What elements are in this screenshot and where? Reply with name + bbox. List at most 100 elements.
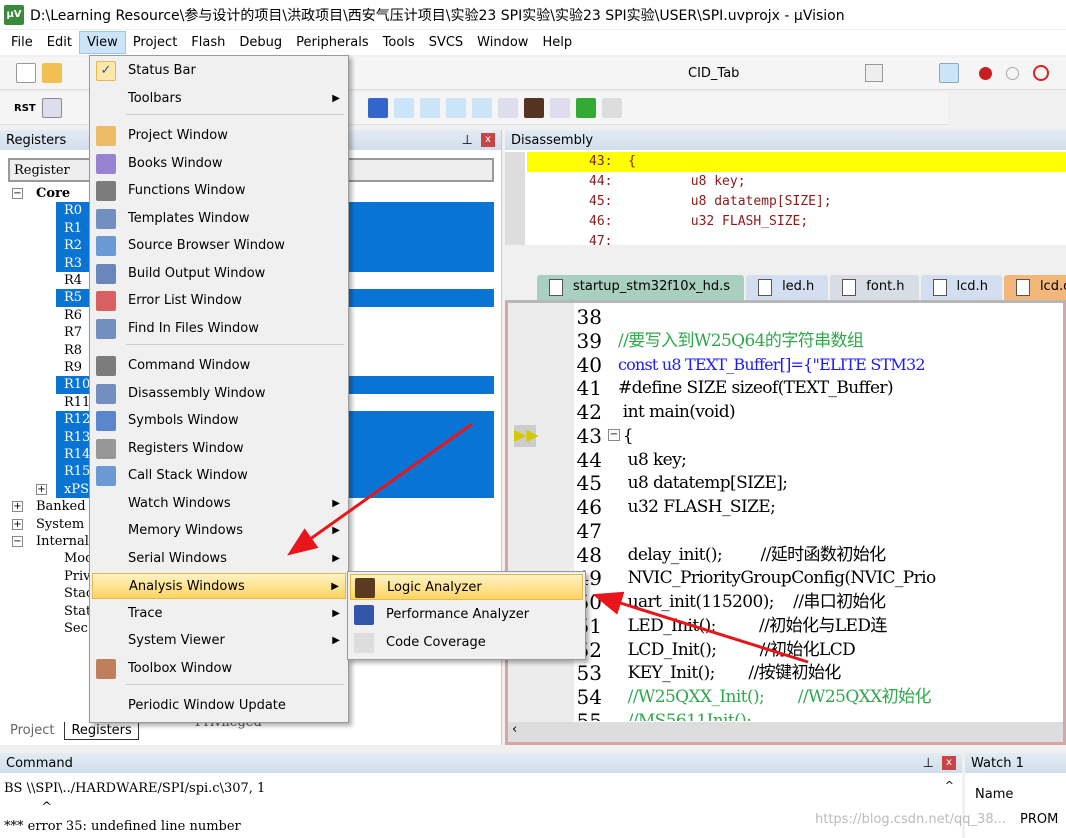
menu-item-code-coverage[interactable]: Code Coverage bbox=[350, 630, 583, 656]
menu-item-source-browser-window[interactable]: Source Browser Window bbox=[92, 233, 346, 259]
code-line[interactable]: //MS5611Init(); bbox=[618, 709, 752, 721]
menu-tools[interactable]: Tools bbox=[376, 32, 422, 53]
menu-item-call-stack-window[interactable]: Call Stack Window bbox=[92, 463, 346, 489]
kill-breakpoints-icon[interactable] bbox=[1033, 65, 1050, 81]
breakpoint-icon[interactable] bbox=[979, 66, 993, 80]
code-line[interactable]: u8 key; bbox=[618, 448, 687, 472]
register-row[interactable]: R2 bbox=[64, 237, 83, 255]
register-row[interactable]: R8 bbox=[64, 342, 82, 359]
menu-debug[interactable]: Debug bbox=[232, 32, 289, 53]
menu-edit[interactable]: Edit bbox=[40, 32, 79, 53]
menu-item-memory-windows[interactable]: Memory Windows ▶ bbox=[92, 518, 346, 544]
menu-file[interactable]: File bbox=[4, 32, 40, 53]
registers-window-icon[interactable] bbox=[393, 98, 414, 118]
call-stack-window-icon[interactable] bbox=[419, 98, 440, 118]
memory-window-icon[interactable] bbox=[471, 98, 492, 118]
menu-item-trace[interactable]: Trace ▶ bbox=[92, 601, 346, 627]
register-row[interactable]: R12 bbox=[64, 411, 91, 429]
open-folder-icon[interactable] bbox=[42, 63, 62, 83]
register-row[interactable]: R4 bbox=[64, 272, 82, 289]
collapse-icon[interactable]: − bbox=[12, 188, 23, 199]
menu-item-analysis-windows[interactable]: Analysis Windows ▶ bbox=[92, 573, 346, 599]
disassembly-line[interactable]: 47: bbox=[527, 232, 1066, 245]
serial-window-icon[interactable] bbox=[497, 98, 518, 118]
code-line[interactable]: u32 FLASH_SIZE; bbox=[618, 495, 776, 519]
register-row[interactable]: R3 bbox=[64, 254, 83, 272]
menu-item-symbols-window[interactable]: Symbols Window bbox=[92, 408, 346, 434]
menu-flash[interactable]: Flash bbox=[184, 32, 232, 53]
register-row[interactable]: Sec bbox=[64, 620, 88, 637]
disassembly-line[interactable]: 44: u8 key; bbox=[527, 172, 1066, 192]
code-line[interactable]: //W25QXX_Init(); //W25QXX初始化 bbox=[618, 685, 932, 709]
menu-view[interactable]: View bbox=[78, 31, 126, 54]
register-row[interactable]: R10 bbox=[64, 376, 91, 394]
register-row[interactable]: R15 bbox=[64, 463, 91, 481]
menu-item-status-bar[interactable]: ✓ Status Bar bbox=[92, 58, 346, 84]
tab-registers[interactable]: Registers bbox=[64, 722, 139, 740]
pin-icon[interactable]: ⊥ bbox=[923, 756, 934, 771]
code-line[interactable]: LED_Init(); //初始化与LED连 bbox=[618, 614, 888, 638]
menu-item-build-output-window[interactable]: Build Output Window bbox=[92, 261, 346, 287]
symbols-window-icon[interactable] bbox=[367, 98, 388, 118]
trace-window-icon[interactable] bbox=[549, 98, 570, 118]
pin-icon[interactable]: ⊥ bbox=[462, 133, 473, 148]
register-row[interactable]: Banked bbox=[36, 498, 86, 515]
menu-item-command-window[interactable]: Command Window bbox=[92, 353, 346, 379]
tab-file[interactable]: startup_stm32f10x_hd.s bbox=[537, 275, 745, 301]
code-line[interactable]: #define SIZE sizeof(TEXT_Buffer) bbox=[618, 376, 894, 400]
horizontal-scrollbar[interactable]: ‹ bbox=[508, 722, 1063, 742]
expand-icon[interactable]: + bbox=[12, 518, 23, 530]
menu-item-books-window[interactable]: Books Window bbox=[92, 151, 346, 177]
register-row[interactable]: R7 bbox=[64, 324, 82, 341]
register-row[interactable]: R11 bbox=[64, 394, 90, 411]
code-line[interactable]: NVIC_PriorityGroupConfig(NVIC_Prio bbox=[618, 566, 937, 590]
register-row[interactable]: R0 bbox=[64, 202, 83, 220]
code-line[interactable]: const u8 TEXT_Buffer[]={"ELITE STM32 bbox=[618, 353, 926, 377]
expand-icon[interactable]: + bbox=[12, 501, 23, 513]
scroll-left-icon[interactable]: ‹ bbox=[508, 722, 517, 737]
menu-item-periodic-window-update[interactable]: Periodic Window Update bbox=[92, 693, 346, 719]
register-row[interactable]: R6 bbox=[64, 307, 82, 324]
collapse-icon[interactable]: − bbox=[12, 536, 23, 547]
menu-item-registers-window[interactable]: Registers Window bbox=[92, 436, 346, 462]
register-row[interactable]: System bbox=[36, 516, 84, 533]
register-row[interactable]: R1 bbox=[64, 219, 83, 237]
analysis-window-icon[interactable] bbox=[523, 98, 544, 118]
tab-file[interactable]: led.h bbox=[746, 275, 829, 301]
close-icon[interactable]: x bbox=[942, 755, 956, 770]
register-row[interactable]: R13 bbox=[64, 428, 91, 446]
menu-item-disassembly-window[interactable]: Disassembly Window bbox=[92, 381, 346, 407]
system-viewer-icon[interactable] bbox=[575, 98, 596, 118]
menu-item-functions-window[interactable]: Functions Window bbox=[92, 178, 346, 204]
menu-item-toolbars[interactable]: Toolbars ▶ bbox=[92, 86, 346, 112]
reset-button[interactable]: RST bbox=[14, 103, 36, 114]
code-line[interactable]: int main(void) bbox=[618, 400, 736, 424]
menu-item-error-list-window[interactable]: Error List Window bbox=[92, 288, 346, 314]
menu-item-performance-analyzer[interactable]: Performance Analyzer bbox=[350, 602, 583, 628]
menu-item-system-viewer[interactable]: System Viewer ▶ bbox=[92, 628, 346, 654]
debug-session-icon[interactable] bbox=[939, 63, 960, 83]
watch-row[interactable]: PROM bbox=[1020, 812, 1058, 827]
code-line[interactable]: KEY_Init(); //按键初始化 bbox=[618, 661, 842, 685]
register-row[interactable]: Internal bbox=[36, 533, 89, 550]
menu-help[interactable]: Help bbox=[535, 32, 579, 53]
menu-window[interactable]: Window bbox=[470, 32, 535, 53]
tab-file[interactable]: lcd.c bbox=[1003, 275, 1066, 301]
register-row[interactable]: R9 bbox=[64, 359, 82, 376]
new-file-icon[interactable] bbox=[16, 63, 36, 83]
menu-item-toolbox-window[interactable]: Toolbox Window bbox=[92, 656, 346, 682]
watch-window-icon[interactable] bbox=[445, 98, 466, 118]
toolbox-icon[interactable] bbox=[601, 98, 622, 118]
menu-item-project-window[interactable]: Project Window bbox=[92, 123, 346, 149]
tab-file[interactable]: font.h bbox=[830, 275, 919, 301]
tab-file[interactable]: lcd.h bbox=[920, 275, 1002, 301]
disassembly-line[interactable]: 45: u8 datatemp[SIZE]; bbox=[527, 192, 1066, 212]
code-line[interactable]: u8 datatemp[SIZE]; bbox=[618, 471, 788, 495]
tab-project[interactable]: Project bbox=[4, 722, 60, 740]
menu-item-templates-window[interactable]: Templates Window bbox=[92, 206, 346, 232]
register-row[interactable]: R5 bbox=[64, 289, 83, 307]
scroll-up-icon[interactable]: ^ bbox=[945, 779, 954, 792]
register-row[interactable]: Core bbox=[36, 185, 70, 202]
expand-icon[interactable]: + bbox=[36, 483, 47, 495]
run-icon[interactable] bbox=[41, 98, 62, 118]
